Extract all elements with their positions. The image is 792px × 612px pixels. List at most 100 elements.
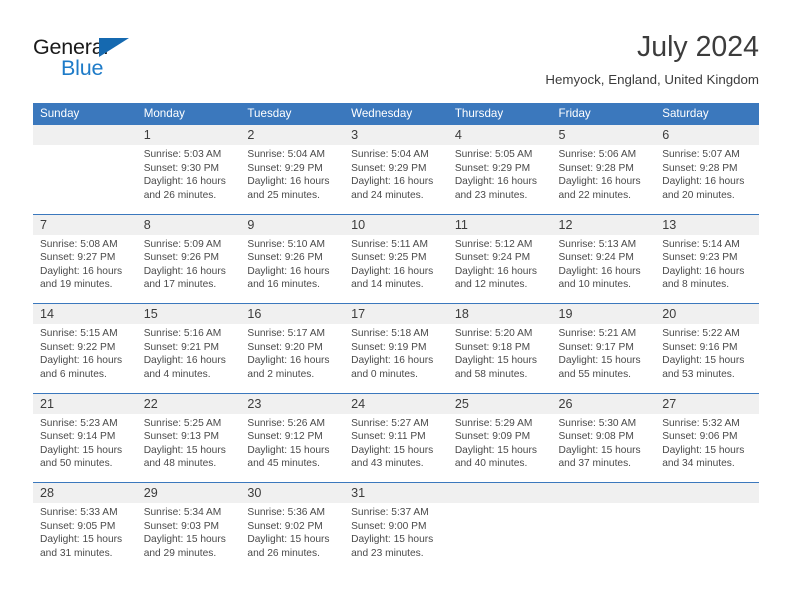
calendar-day-cell[interactable]: 21 Sunrise: 5:23 AM Sunset: 9:14 PM Dayligh… — [33, 394, 137, 483]
calendar-weeks: 1 Sunrise: 5:03 AM Sunset: 9:30 PM Daylight… — [33, 125, 759, 572]
daylight-duration-line2: and 48 minutes. — [143, 458, 217, 470]
calendar-day-cell[interactable]: 13 Sunrise: 5:14 AM Sunset: 9:23 PM Dayligh… — [655, 215, 759, 304]
calendar-day-cell[interactable]: 12 Sunrise: 5:13 AM Sunset: 9:24 PM Dayligh… — [552, 215, 656, 304]
calendar-day-cell[interactable]: 25 Sunrise: 5:29 AM Sunset: 9:09 PM Dayligh… — [448, 394, 552, 483]
calendar-day-cell[interactable]: 17 Sunrise: 5:18 AM Sunset: 9:19 PM Dayligh… — [344, 304, 448, 393]
day-details: Sunrise: 5:33 AM Sunset: 9:05 PM Daylight:… — [40, 503, 134, 560]
calendar-day-cell[interactable]: 18 Sunrise: 5:20 AM Sunset: 9:18 PM Dayligh… — [448, 304, 552, 393]
day-number: 4 — [454, 128, 462, 142]
calendar-day-cell[interactable]: 28 Sunrise: 5:33 AM Sunset: 9:05 PM Dayligh… — [33, 483, 137, 572]
day-details: Sunrise: 5:11 AM Sunset: 9:25 PM Daylight:… — [351, 235, 445, 292]
calendar-day-cell[interactable]: 9 Sunrise: 5:10 AM Sunset: 9:26 PM Daylight… — [240, 215, 344, 304]
sunrise-time: Sunrise: 5:14 AM — [662, 238, 740, 250]
sunset-time: Sunset: 9:09 PM — [454, 431, 531, 443]
calendar-week-cells: 7 Sunrise: 5:08 AM Sunset: 9:27 PM Daylight… — [33, 215, 759, 304]
calendar-week-cells: 14 Sunrise: 5:15 AM Sunset: 9:22 PM Dayligh… — [33, 304, 759, 393]
day-details: Sunrise: 5:06 AM Sunset: 9:28 PM Daylight:… — [559, 145, 653, 202]
day-number: 9 — [247, 217, 255, 232]
day-details: Sunrise: 5:32 AM Sunset: 9:06 PM Daylight:… — [662, 414, 756, 471]
sunset-time: Sunset: 9:20 PM — [247, 341, 323, 353]
calendar-day-cell[interactable]: 26 Sunrise: 5:30 AM Sunset: 9:08 PM Dayligh… — [552, 394, 656, 483]
daylight-duration-line2: and 25 minutes. — [247, 189, 320, 201]
calendar-day-cell[interactable]: 7 Sunrise: 5:08 AM Sunset: 9:27 PM Daylight… — [33, 215, 137, 304]
day-number: 26 — [558, 396, 573, 411]
sunset-time: Sunset: 9:29 PM — [454, 162, 531, 174]
day-number: 22 — [143, 396, 158, 411]
sunrise-time: Sunrise: 5:25 AM — [143, 417, 222, 429]
daylight-duration-line2: and 55 minutes. — [558, 368, 632, 380]
daylight-duration-line2: and 0 minutes. — [351, 368, 418, 380]
day-details: Sunrise: 5:18 AM Sunset: 9:19 PM Daylight:… — [351, 324, 445, 381]
sunrise-time: Sunrise: 5:23 AM — [40, 417, 118, 429]
daylight-duration-line2: and 23 minutes. — [454, 189, 528, 201]
daylight-duration-line1: Daylight: 16 hours — [143, 265, 226, 277]
sunset-time: Sunset: 9:24 PM — [558, 252, 634, 264]
day-number: 7 — [40, 217, 48, 232]
calendar-day-cell[interactable]: 11 Sunrise: 5:12 AM Sunset: 9:24 PM Dayligh… — [448, 215, 552, 304]
calendar-day-cell[interactable]: 19 Sunrise: 5:21 AM Sunset: 9:17 PM Dayligh… — [552, 304, 656, 393]
day-details: Sunrise: 5:30 AM Sunset: 9:08 PM Daylight:… — [559, 414, 653, 471]
sunset-time: Sunset: 9:28 PM — [662, 162, 738, 174]
calendar-day-cell[interactable]: 14 Sunrise: 5:15 AM Sunset: 9:22 PM Dayligh… — [33, 304, 137, 393]
day-details: Sunrise: 5:17 AM Sunset: 9:20 PM Daylight:… — [247, 324, 341, 381]
sunrise-time: Sunrise: 5:13 AM — [558, 238, 637, 250]
calendar-day-cell[interactable]: 22 Sunrise: 5:25 AM Sunset: 9:13 PM Dayligh… — [137, 394, 241, 483]
daylight-duration-line1: Daylight: 15 hours — [351, 534, 434, 546]
general-blue-logo[interactable]: General Blue — [33, 36, 153, 85]
calendar-day-cell[interactable]: 16 Sunrise: 5:17 AM Sunset: 9:20 PM Dayligh… — [240, 304, 344, 393]
calendar-day-cell[interactable]: 10 Sunrise: 5:11 AM Sunset: 9:25 PM Dayligh… — [344, 215, 448, 304]
calendar-day-cell[interactable]: 4 Sunrise: 5:05 AM Sunset: 9:29 PM Daylight… — [448, 125, 552, 214]
sunrise-time: Sunrise: 5:27 AM — [351, 417, 429, 429]
daylight-duration-line1: Daylight: 16 hours — [40, 355, 123, 367]
day-number: 17 — [351, 307, 366, 321]
sunset-time: Sunset: 9:30 PM — [143, 162, 220, 174]
calendar-day-cell[interactable]: 15 Sunrise: 5:16 AM Sunset: 9:21 PM Dayligh… — [137, 304, 241, 393]
sunset-time: Sunset: 9:23 PM — [662, 252, 738, 264]
calendar-day-cell[interactable]: 1 Sunrise: 5:03 AM Sunset: 9:30 PM Daylight… — [137, 125, 241, 214]
sunrise-time: Sunrise: 5:22 AM — [662, 328, 740, 339]
sunset-time: Sunset: 9:19 PM — [351, 341, 427, 353]
day-details: Sunrise: 5:12 AM Sunset: 9:24 PM Daylight:… — [455, 235, 549, 292]
sunrise-time: Sunrise: 5:32 AM — [662, 417, 740, 429]
calendar-day-cell[interactable]: 27 Sunrise: 5:32 AM Sunset: 9:06 PM Dayligh… — [655, 394, 759, 483]
day-details: Sunrise: 5:10 AM Sunset: 9:26 PM Daylight:… — [247, 235, 341, 292]
daylight-duration-line1: Daylight: 16 hours — [143, 176, 226, 188]
day-number: 20 — [662, 307, 677, 321]
calendar-day-cell[interactable]: 2 Sunrise: 5:04 AM Sunset: 9:29 PM Daylight… — [240, 125, 344, 214]
day-number: 15 — [143, 307, 158, 321]
calendar-day-cell[interactable]: 6 Sunrise: 5:07 AM Sunset: 9:28 PM Daylight… — [655, 125, 759, 214]
daylight-duration-line2: and 14 minutes. — [351, 279, 424, 291]
calendar-day-cell[interactable]: 3 Sunrise: 5:04 AM Sunset: 9:29 PM Daylight… — [344, 125, 448, 214]
calendar-day-cell[interactable]: 31 Sunrise: 5:37 AM Sunset: 9:00 PM Dayligh… — [344, 483, 448, 572]
day-details: Sunrise: 5:08 AM Sunset: 9:27 PM Daylight:… — [40, 235, 134, 292]
daylight-duration-line1: Daylight: 16 hours — [40, 265, 123, 277]
title-block: July 2024 Hemyock, England, United Kingd… — [545, 32, 759, 88]
daylight-duration-line1: Daylight: 16 hours — [351, 355, 434, 367]
sunset-time: Sunset: 9:28 PM — [558, 162, 634, 174]
calendar-day-cell[interactable]: 30 Sunrise: 5:36 AM Sunset: 9:02 PM Dayligh… — [240, 483, 344, 572]
day-number: 8 — [143, 217, 151, 232]
calendar-day-cell[interactable]: 29 Sunrise: 5:34 AM Sunset: 9:03 PM Dayligh… — [137, 483, 241, 572]
day-details: Sunrise: 5:26 AM Sunset: 9:12 PM Daylight:… — [247, 414, 341, 471]
calendar-week-row: 7 Sunrise: 5:08 AM Sunset: 9:27 PM Daylight… — [33, 213, 759, 304]
calendar-day-cell[interactable]: 8 Sunrise: 5:09 AM Sunset: 9:26 PM Daylight… — [137, 215, 241, 304]
sunset-time: Sunset: 9:18 PM — [454, 341, 531, 353]
daylight-duration-line2: and 40 minutes. — [454, 458, 528, 470]
daylight-duration-line2: and 2 minutes. — [247, 368, 315, 380]
calendar-day-cell[interactable]: 23 Sunrise: 5:26 AM Sunset: 9:12 PM Dayligh… — [240, 394, 344, 483]
calendar-day-cell[interactable]: 5 Sunrise: 5:06 AM Sunset: 9:28 PM Daylight… — [552, 125, 656, 214]
calendar-day-cell-empty — [448, 483, 552, 572]
sunset-time: Sunset: 9:29 PM — [351, 162, 427, 174]
calendar-week-cells: 1 Sunrise: 5:03 AM Sunset: 9:30 PM Daylight… — [33, 125, 759, 214]
sunrise-sunset-calendar: Sunday Monday Tuesday Wednesday Thursday… — [33, 103, 759, 572]
sunrise-time: Sunrise: 5:16 AM — [143, 328, 222, 339]
calendar-day-cell[interactable]: 20 Sunrise: 5:22 AM Sunset: 9:16 PM Dayligh… — [655, 304, 759, 393]
calendar-day-cell[interactable]: 24 Sunrise: 5:27 AM Sunset: 9:11 PM Dayligh… — [344, 394, 448, 483]
day-number: 29 — [143, 486, 158, 500]
sunrise-time: Sunrise: 5:29 AM — [454, 417, 533, 429]
daylight-duration-line2: and 22 minutes. — [558, 189, 632, 201]
sunrise-time: Sunrise: 5:37 AM — [351, 507, 429, 518]
sunrise-time: Sunrise: 5:15 AM — [40, 328, 118, 339]
daylight-duration-line1: Daylight: 15 hours — [662, 355, 745, 367]
sunset-time: Sunset: 9:24 PM — [454, 252, 531, 264]
